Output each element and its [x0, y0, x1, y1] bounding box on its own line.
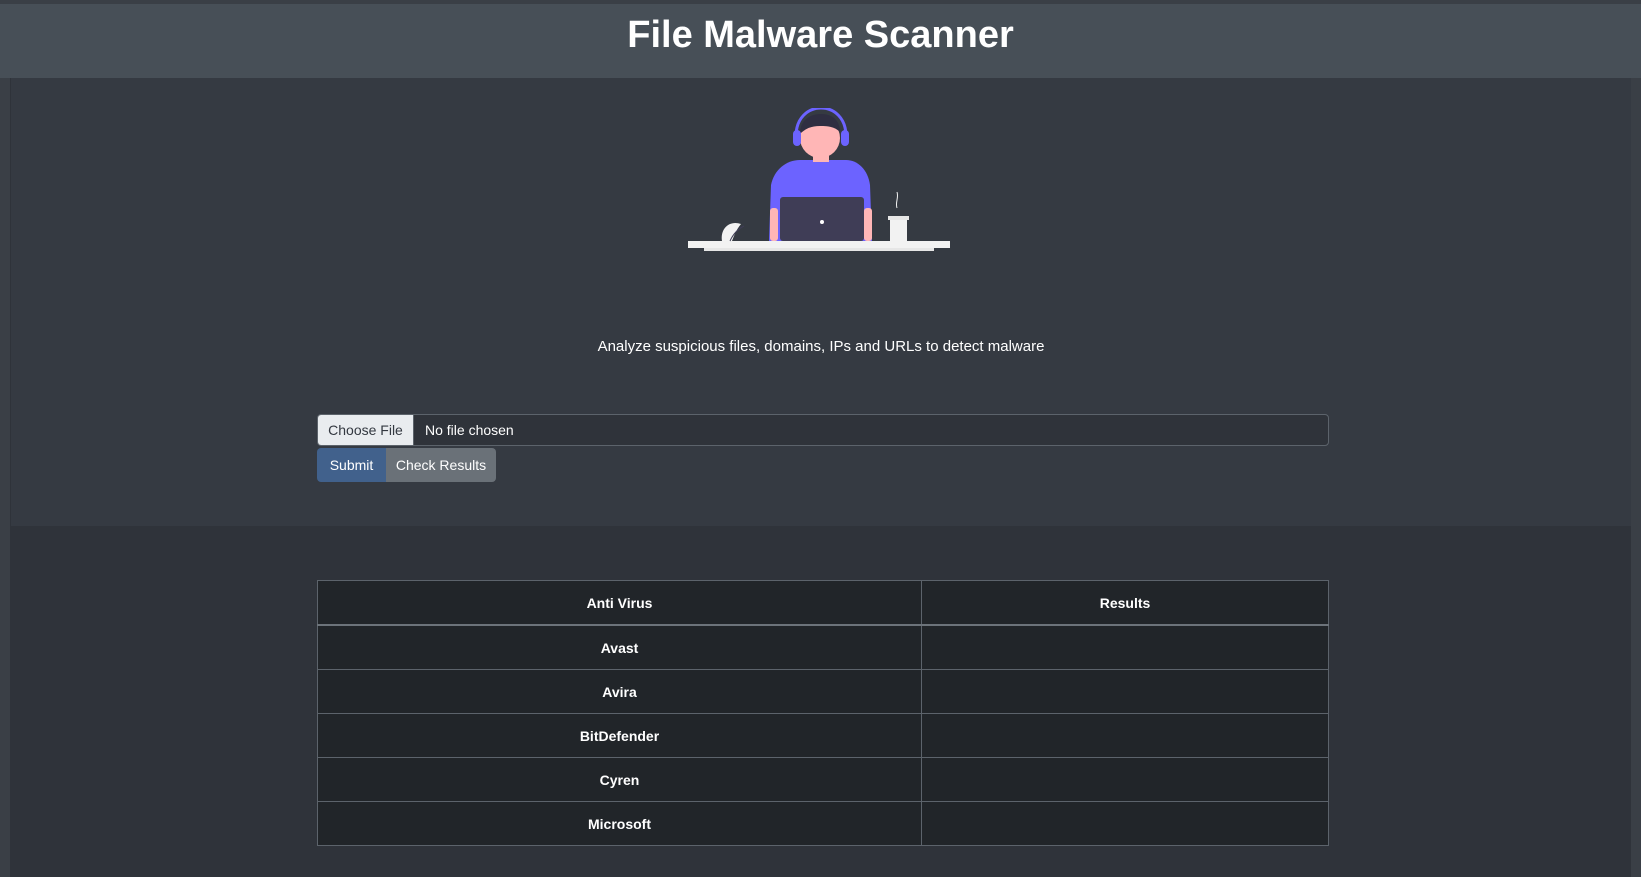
- file-input[interactable]: Choose File No file chosen: [317, 414, 1329, 446]
- result-cell: [921, 624, 1329, 670]
- window-edge-left: [0, 0, 10, 877]
- table-row: BitDefender: [317, 713, 1329, 758]
- person-at-laptop-illustration: [688, 108, 950, 251]
- result-cell: [921, 713, 1329, 758]
- file-status-text: No file chosen: [425, 422, 514, 438]
- table-header-row: Anti Virus Results: [317, 580, 1329, 626]
- av-name-cell: Avira: [317, 669, 922, 714]
- result-cell: [921, 757, 1329, 802]
- table-row: Avast: [317, 624, 1329, 670]
- table-row: Cyren: [317, 757, 1329, 802]
- av-name-cell: Microsoft: [317, 801, 922, 846]
- page: File Malware Scanner Analyze suspicious …: [0, 0, 1641, 877]
- tagline: Analyze suspicious files, domains, IPs a…: [597, 338, 1045, 355]
- table-row: Avira: [317, 669, 1329, 714]
- column-header-anti-virus: Anti Virus: [317, 580, 922, 626]
- choose-file-button[interactable]: Choose File: [318, 415, 414, 445]
- header-bar: File Malware Scanner: [0, 0, 1641, 78]
- result-cell: [921, 801, 1329, 846]
- results-table: Anti Virus Results Avast Avira BitDefend…: [317, 580, 1329, 846]
- check-results-button[interactable]: Check Results: [386, 448, 496, 482]
- av-name-cell: BitDefender: [317, 713, 922, 758]
- window-edge-right: [1631, 78, 1641, 877]
- column-header-results: Results: [921, 580, 1329, 626]
- av-name-cell: Avast: [317, 624, 922, 670]
- submit-button[interactable]: Submit: [317, 448, 386, 482]
- result-cell: [921, 669, 1329, 714]
- page-title: File Malware Scanner: [627, 14, 1014, 56]
- hero-section: Analyze suspicious files, domains, IPs a…: [11, 78, 1631, 526]
- av-name-cell: Cyren: [317, 757, 922, 802]
- table-row: Microsoft: [317, 801, 1329, 846]
